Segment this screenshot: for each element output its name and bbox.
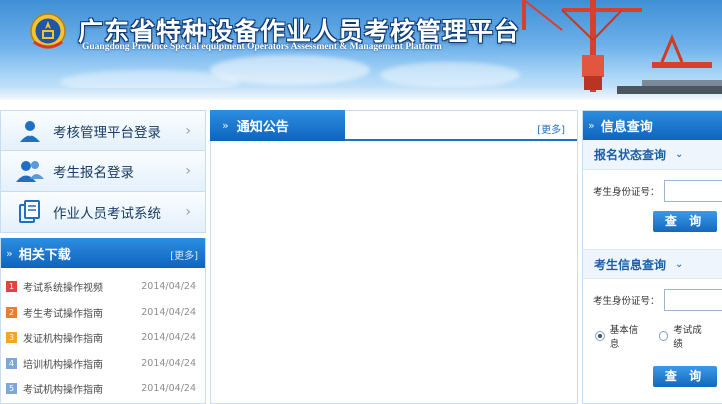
examinee-query-button[interactable]: 查 询 xyxy=(653,366,717,387)
sidebar-item-admin-login[interactable]: 考核管理平台登录 › xyxy=(0,110,206,151)
download-item-title: 考生考试操作指南 xyxy=(23,308,103,320)
emblem-icon xyxy=(30,13,66,49)
radio-selected-icon xyxy=(595,331,605,341)
download-item-title: 考试机构操作指南 xyxy=(23,385,103,397)
notice-title: 通知公告 xyxy=(236,120,289,135)
download-item-title: 培训机构操作指南 xyxy=(23,359,103,371)
download-item[interactable]: 4 培训机构操作指南 2014/04/24 xyxy=(1,351,205,377)
double-chevron-icon: » xyxy=(6,246,13,260)
chevron-right-icon: › xyxy=(185,123,191,139)
download-item-title: 考试系统操作视频 xyxy=(23,283,103,295)
header-banner: 广东省特种设备作业人员考核管理平台 Guangdong Province Spe… xyxy=(0,0,722,100)
radio-basic-info[interactable]: 基本信息 xyxy=(595,322,647,350)
item-number-badge: 1 xyxy=(6,281,17,293)
chevron-down-icon: ⌄ xyxy=(675,258,684,270)
users-icon xyxy=(15,156,45,186)
cloud-decoration xyxy=(380,62,520,88)
info-query-title: 信息查询 xyxy=(600,119,653,135)
double-chevron-icon: » xyxy=(222,119,229,132)
status-id-label: 考生身份证号： xyxy=(593,187,660,198)
radio-label: 基本信息 xyxy=(609,325,639,350)
chevron-right-icon: › xyxy=(185,163,191,179)
status-query-title: 报名状态查询 xyxy=(594,148,667,162)
sidebar-item-label: 考生报名登录 xyxy=(53,165,134,181)
status-id-input[interactable] xyxy=(663,180,722,202)
tab-notice[interactable]: » 通知公告 xyxy=(210,110,345,141)
examinee-id-row: 考生身份证号： xyxy=(583,289,722,311)
port-crane-illustration xyxy=(522,0,722,94)
download-item-date: 2014/04/24 xyxy=(141,281,196,293)
left-sidebar: 考核管理平台登录 › 考生报名登录 › 作业人员考试系统 › xyxy=(0,110,206,233)
downloads-header: » 相关下载 [更多] xyxy=(1,238,205,268)
radio-label: 考试成绩 xyxy=(673,325,702,350)
item-number-badge: 2 xyxy=(6,306,17,318)
info-type-radio-group: 基本信息 考试成绩 xyxy=(583,322,722,350)
item-number-badge: 4 xyxy=(6,357,17,369)
site-subtitle: Guangdong Province Special equipment Ope… xyxy=(82,42,442,52)
examinee-id-label: 考生身份证号： xyxy=(593,296,660,307)
double-chevron-icon: » xyxy=(588,118,595,132)
download-item-date: 2014/04/24 xyxy=(141,357,196,369)
status-id-row: 考生身份证号： xyxy=(583,180,722,202)
info-query-header: » 信息查询 xyxy=(583,111,722,140)
notice-more-link[interactable]: [更多] xyxy=(537,121,565,136)
radio-exam-score[interactable]: 考试成绩 xyxy=(658,322,711,350)
downloads-list: 1 考试系统操作视频 2014/04/24 2 考生考试操作指南 2014/04/24 3 发… xyxy=(1,268,205,402)
chevron-down-icon: ⌄ xyxy=(675,149,684,160)
download-item-date: 2014/04/24 xyxy=(141,306,196,318)
download-item-date: 2014/04/24 xyxy=(141,383,196,395)
downloads-panel: » 相关下载 [更多] 1 考试系统操作视频 2014/04/24 2 考生考试操作指南… xyxy=(0,238,206,404)
download-item-date: 2014/04/24 xyxy=(141,332,196,344)
radio-unselected-icon xyxy=(658,331,669,341)
sidebar-item-label: 作业人员考试系统 xyxy=(53,206,161,222)
item-number-badge: 5 xyxy=(6,383,17,395)
info-query-panel: » 信息查询 报名状态查询 ⌄ 考生身份证号： 查 询 考生信息查询 ⌄ 考生身… xyxy=(582,110,722,404)
item-number-badge: 3 xyxy=(6,332,17,344)
examinee-query-title: 考生信息查询 xyxy=(594,257,667,272)
chevron-right-icon: › xyxy=(185,204,191,220)
status-query-button[interactable]: 查 询 xyxy=(653,211,717,232)
downloads-more-link[interactable]: [更多] xyxy=(170,247,198,262)
documents-icon xyxy=(15,197,45,227)
download-item[interactable]: 2 考生考试操作指南 2014/04/24 xyxy=(1,300,205,326)
downloads-title: 相关下载 xyxy=(18,247,71,263)
examinee-id-input[interactable] xyxy=(663,289,722,311)
download-item[interactable]: 5 考试机构操作指南 2014/04/24 xyxy=(1,376,205,402)
sidebar-item-examinee-login[interactable]: 考生报名登录 › xyxy=(0,151,206,192)
download-item[interactable]: 1 考试系统操作视频 2014/04/24 xyxy=(1,274,205,300)
status-query-header[interactable]: 报名状态查询 ⌄ xyxy=(583,140,722,170)
download-item-title: 发证机构操作指南 xyxy=(23,334,103,346)
sidebar-item-label: 考核管理平台登录 xyxy=(53,124,161,141)
notice-panel: » 通知公告 [更多] xyxy=(210,110,578,404)
person-icon xyxy=(15,116,45,146)
download-item[interactable]: 3 发证机构操作指南 2014/04/24 xyxy=(1,325,205,351)
notice-tabbar: » 通知公告 [更多] xyxy=(210,110,577,141)
examinee-query-header[interactable]: 考生信息查询 ⌄ xyxy=(583,249,722,279)
sidebar-item-exam-system[interactable]: 作业人员考试系统 › xyxy=(0,192,206,233)
